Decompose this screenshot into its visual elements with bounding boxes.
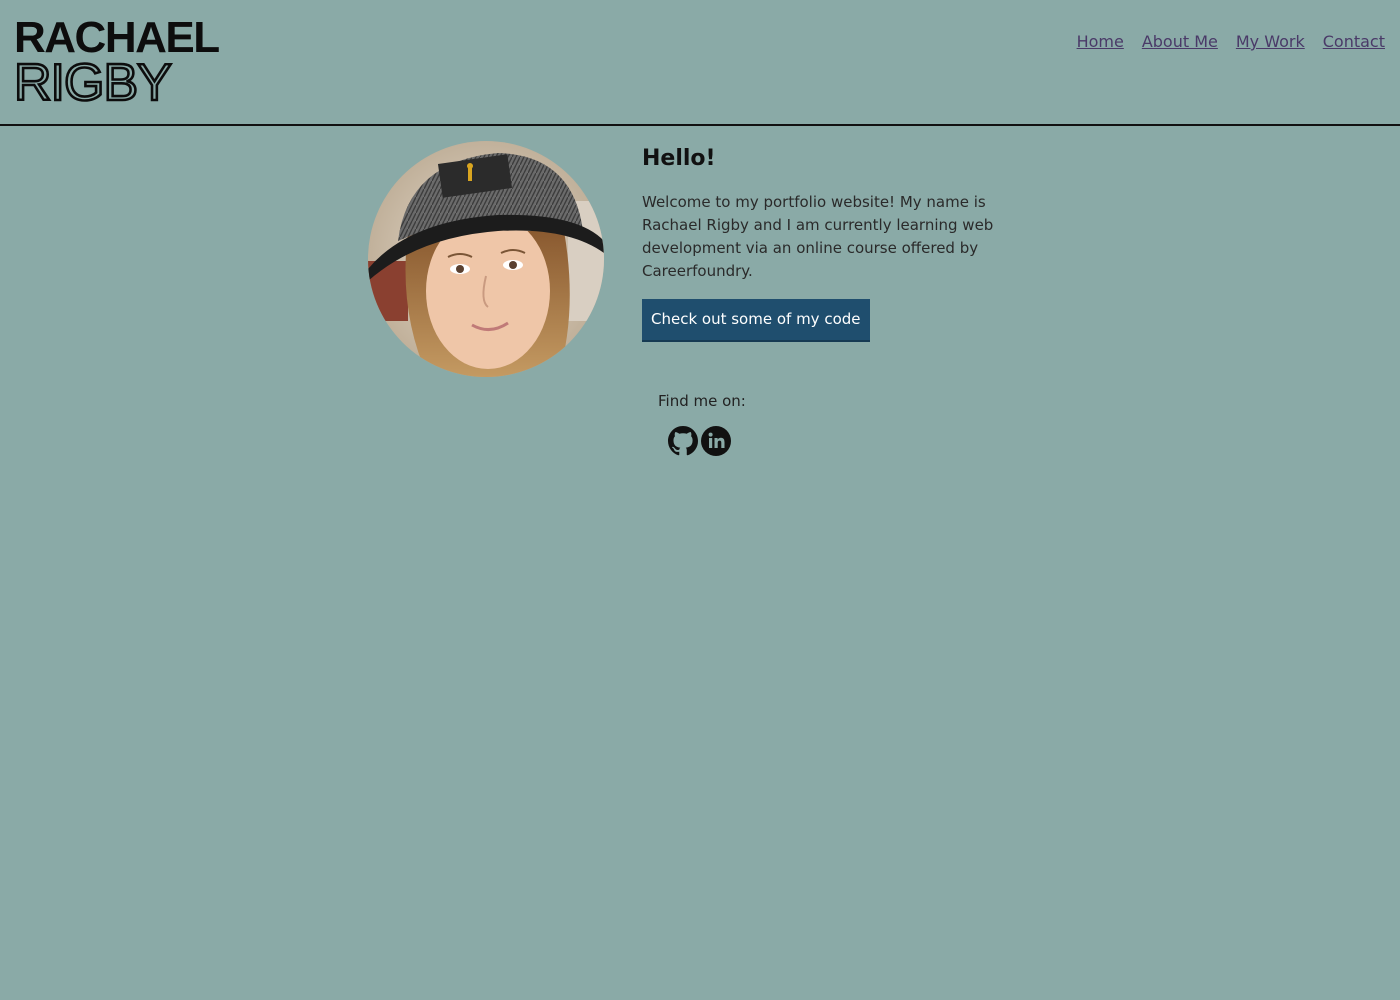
nav-work-link[interactable]: My Work [1236, 32, 1305, 51]
profile-photo [368, 141, 604, 377]
main-nav: Home About Me My Work Contact [1077, 32, 1385, 51]
nav-about-link[interactable]: About Me [1142, 32, 1218, 51]
linkedin-icon[interactable] [701, 426, 731, 456]
site-header: RACHAEL RIGBY Home About Me My Work Cont… [0, 0, 1400, 126]
find-me-label: Find me on: [658, 392, 746, 410]
logo-line-2: RIGBY [13, 53, 214, 114]
svg-text:RIGBY: RIGBY [14, 56, 171, 106]
github-icon[interactable] [668, 426, 698, 456]
logo-line-1: RACHAEL [14, 13, 220, 62]
intro-text: Welcome to my portfolio website! My name… [642, 193, 994, 280]
intro-section: Hello! Welcome to my portfolio website! … [642, 146, 1042, 342]
nav-home-link[interactable]: Home [1077, 32, 1124, 51]
intro-heading: Hello! [642, 146, 716, 171]
logo[interactable]: RACHAEL RIGBY [13, 13, 220, 114]
social-links [668, 426, 731, 456]
check-code-button[interactable]: Check out some of my code [642, 299, 870, 342]
nav-contact-link[interactable]: Contact [1323, 32, 1385, 51]
